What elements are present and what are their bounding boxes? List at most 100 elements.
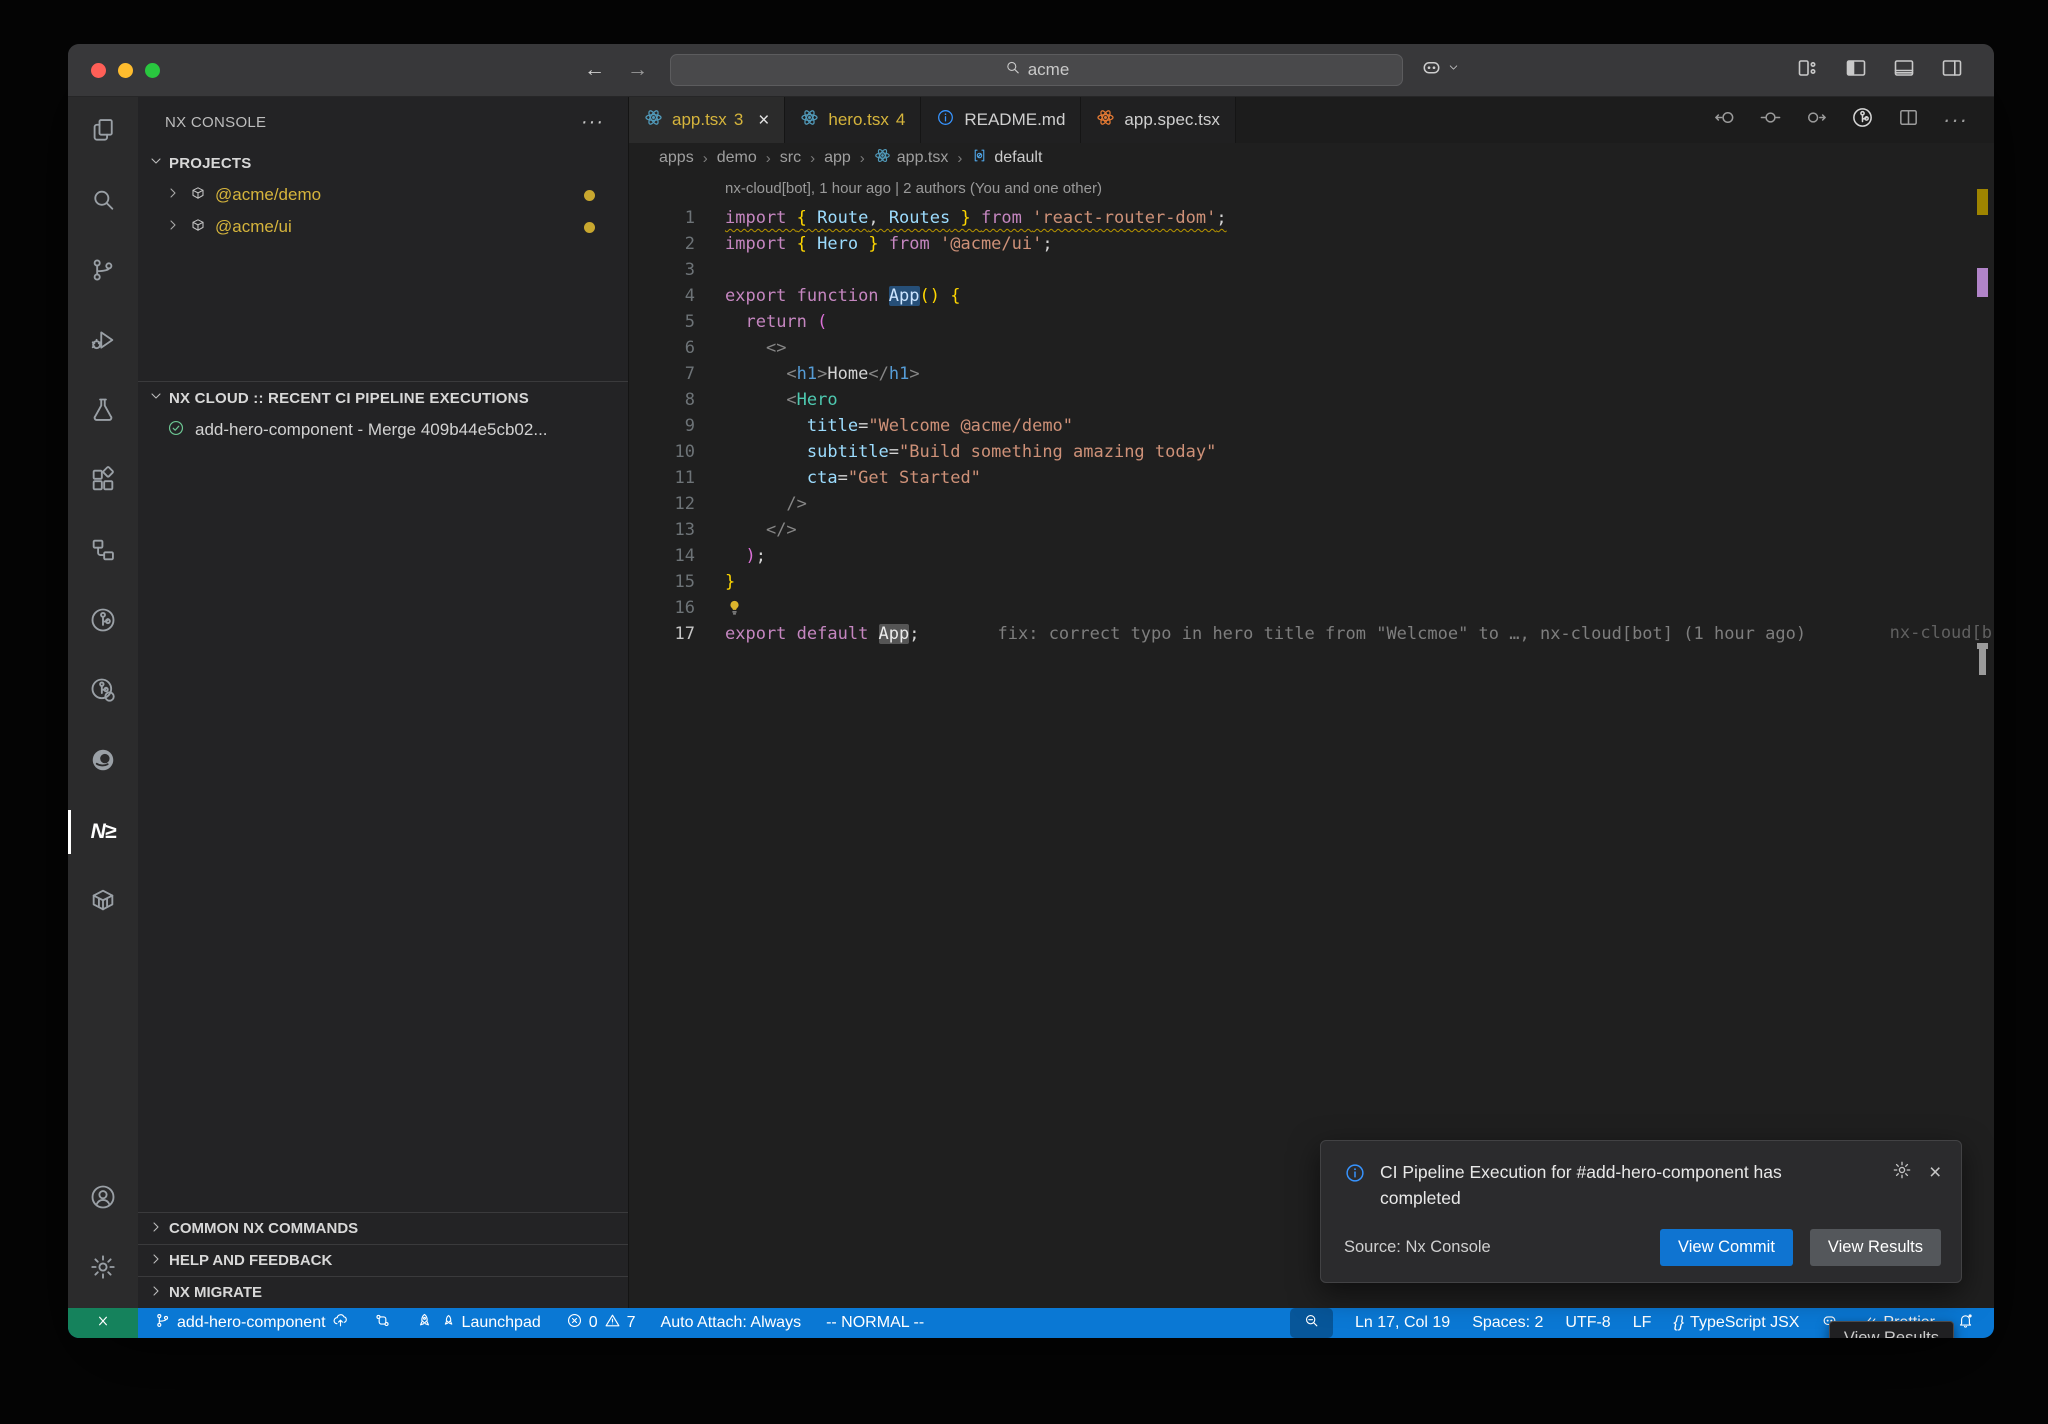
view-results-button[interactable]: View Results xyxy=(1810,1229,1941,1266)
status-compare-changes[interactable] xyxy=(374,1312,391,1334)
line-number[interactable]: 9 xyxy=(629,413,695,439)
gitlens-back-icon[interactable] xyxy=(1713,116,1736,133)
tab-hero-tsx[interactable]: hero.tsx4 xyxy=(785,97,921,143)
line-content[interactable]: title="Welcome @acme/demo" xyxy=(695,413,1073,439)
view-commit-button[interactable]: View Commit xyxy=(1660,1229,1793,1266)
line-content[interactable]: cta="Get Started" xyxy=(695,465,981,491)
status-encoding[interactable]: UTF-8 xyxy=(1565,1314,1610,1332)
line-content[interactable]: <Hero xyxy=(695,387,838,413)
line-content[interactable]: subtitle="Build something amazing today" xyxy=(695,439,1216,465)
line-number[interactable]: 2 xyxy=(629,231,695,257)
lightbulb-icon[interactable] xyxy=(725,595,744,621)
status-vim-mode[interactable]: -- NORMAL -- xyxy=(826,1314,924,1332)
tab-README-md[interactable]: README.md xyxy=(921,97,1081,143)
activity-item-explorer[interactable] xyxy=(68,97,138,167)
customize-layout-icon[interactable] xyxy=(1796,56,1820,85)
zoom-window-button[interactable] xyxy=(145,63,160,78)
line-number[interactable]: 4 xyxy=(629,283,695,309)
status-problems[interactable]: 07 xyxy=(566,1312,636,1334)
status-zoom-indicator[interactable] xyxy=(1290,1308,1333,1338)
activity-item-gitlens-inspect[interactable] xyxy=(68,657,138,727)
activity-item-accounts[interactable] xyxy=(68,1164,138,1234)
close-tab-icon[interactable]: × xyxy=(758,111,769,130)
line-number[interactable]: 6 xyxy=(629,335,695,361)
activity-item-edge-tools[interactable] xyxy=(68,727,138,797)
line-number[interactable]: 3 xyxy=(629,257,695,283)
minimize-window-button[interactable] xyxy=(118,63,133,78)
breadcrumb-item[interactable]: src xyxy=(780,149,801,167)
activity-item-gitlens[interactable] xyxy=(68,587,138,657)
status-notifications-bell[interactable] xyxy=(1957,1312,1974,1334)
status-branch[interactable]: add-hero-component xyxy=(154,1312,349,1334)
line-content[interactable] xyxy=(695,257,725,283)
line-content[interactable]: /> xyxy=(695,491,807,517)
status-indentation[interactable]: Spaces: 2 xyxy=(1472,1314,1543,1332)
activity-item-project-graph[interactable] xyxy=(68,517,138,587)
gitlens-forward-icon[interactable] xyxy=(1805,116,1828,133)
line-number[interactable]: 14 xyxy=(629,543,695,569)
pipeline-execution-item[interactable]: add-hero-component - Merge 409b44e5cb02.… xyxy=(138,414,628,446)
breadcrumb-item[interactable]: apps xyxy=(659,149,694,167)
remote-indicator[interactable] xyxy=(68,1308,138,1338)
line-content[interactable]: <> xyxy=(695,335,786,361)
activity-item-containers[interactable] xyxy=(68,867,138,937)
section-nx-migrate[interactable]: NX MIGRATE xyxy=(138,1276,628,1308)
close-window-button[interactable] xyxy=(91,63,106,78)
line-content[interactable] xyxy=(695,595,744,621)
status-language-mode[interactable]: {}TypeScript JSX xyxy=(1673,1314,1799,1332)
code-editor[interactable]: nx-cloud[bot], 1 hour ago | 2 authors (Y… xyxy=(629,173,1994,1308)
line-number[interactable]: 11 xyxy=(629,465,695,491)
status-cursor-position[interactable]: Ln 17, Col 19 xyxy=(1355,1314,1450,1332)
activity-item-source-control[interactable] xyxy=(68,237,138,307)
activity-item-extensions[interactable] xyxy=(68,447,138,517)
line-number[interactable]: 8 xyxy=(629,387,695,413)
line-content[interactable]: ); xyxy=(695,543,766,569)
gitlens-graph-icon[interactable] xyxy=(1851,116,1874,133)
line-number[interactable]: 16 xyxy=(629,595,695,621)
more-actions-icon[interactable]: ··· xyxy=(1943,114,1968,131)
activity-item-run-debug[interactable] xyxy=(68,307,138,377)
copilot-menu[interactable] xyxy=(1420,56,1460,84)
line-content[interactable]: export function App() { xyxy=(695,283,960,309)
projects-section-header[interactable]: PROJECTS xyxy=(138,147,628,179)
line-number[interactable]: 10 xyxy=(629,439,695,465)
line-number[interactable]: 17 xyxy=(629,621,695,647)
tab-app-spec-tsx[interactable]: app.spec.tsx xyxy=(1081,97,1235,143)
breadcrumb-item[interactable]: app.tsx xyxy=(874,147,949,169)
project-item[interactable]: @acme/demo xyxy=(138,179,628,211)
status-auto-attach[interactable]: Auto Attach: Always xyxy=(661,1314,802,1332)
line-content[interactable]: <h1>Home</h1> xyxy=(695,361,920,387)
line-content[interactable]: </> xyxy=(695,517,797,543)
tab-app-tsx[interactable]: app.tsx3× xyxy=(629,97,785,143)
status-launchpad[interactable]: Launchpad xyxy=(416,1312,541,1334)
line-number[interactable]: 1 xyxy=(629,205,695,231)
command-center-search[interactable]: acme xyxy=(670,54,1403,86)
toggle-panel-icon[interactable] xyxy=(1892,56,1916,85)
breadcrumb-item[interactable]: app xyxy=(824,149,851,167)
line-content[interactable]: export default App;fix: correct typo in … xyxy=(695,621,1806,647)
activity-item-nx-console[interactable]: N≥ xyxy=(68,797,138,867)
line-number[interactable]: 15 xyxy=(629,569,695,595)
line-content[interactable]: import { Hero } from '@acme/ui'; xyxy=(695,231,1053,257)
breadcrumb-item[interactable]: demo xyxy=(717,149,757,167)
section-common-nx-commands[interactable]: COMMON NX COMMANDS xyxy=(138,1212,628,1244)
status-eol[interactable]: LF xyxy=(1633,1314,1652,1332)
nav-back-button[interactable]: ← xyxy=(584,58,605,82)
gitlens-current-icon[interactable] xyxy=(1759,116,1782,133)
toggle-primary-sidebar-icon[interactable] xyxy=(1844,56,1868,85)
activity-item-testing[interactable] xyxy=(68,377,138,447)
line-number[interactable]: 7 xyxy=(629,361,695,387)
breadcrumb-item[interactable]: default xyxy=(971,147,1042,169)
close-icon[interactable]: × xyxy=(1929,1162,1941,1184)
line-number[interactable]: 5 xyxy=(629,309,695,335)
section-help-and-feedback[interactable]: HELP AND FEEDBACK xyxy=(138,1244,628,1276)
line-content[interactable]: return ( xyxy=(695,309,827,335)
line-number[interactable]: 12 xyxy=(629,491,695,517)
activity-item-search[interactable] xyxy=(68,167,138,237)
notification-settings-icon[interactable] xyxy=(1892,1160,1912,1185)
line-content[interactable]: } xyxy=(695,569,735,595)
split-editor-icon[interactable] xyxy=(1897,116,1920,133)
nav-forward-button[interactable]: → xyxy=(627,58,648,82)
project-item[interactable]: @acme/ui xyxy=(138,211,628,243)
activity-item-settings[interactable] xyxy=(68,1234,138,1304)
